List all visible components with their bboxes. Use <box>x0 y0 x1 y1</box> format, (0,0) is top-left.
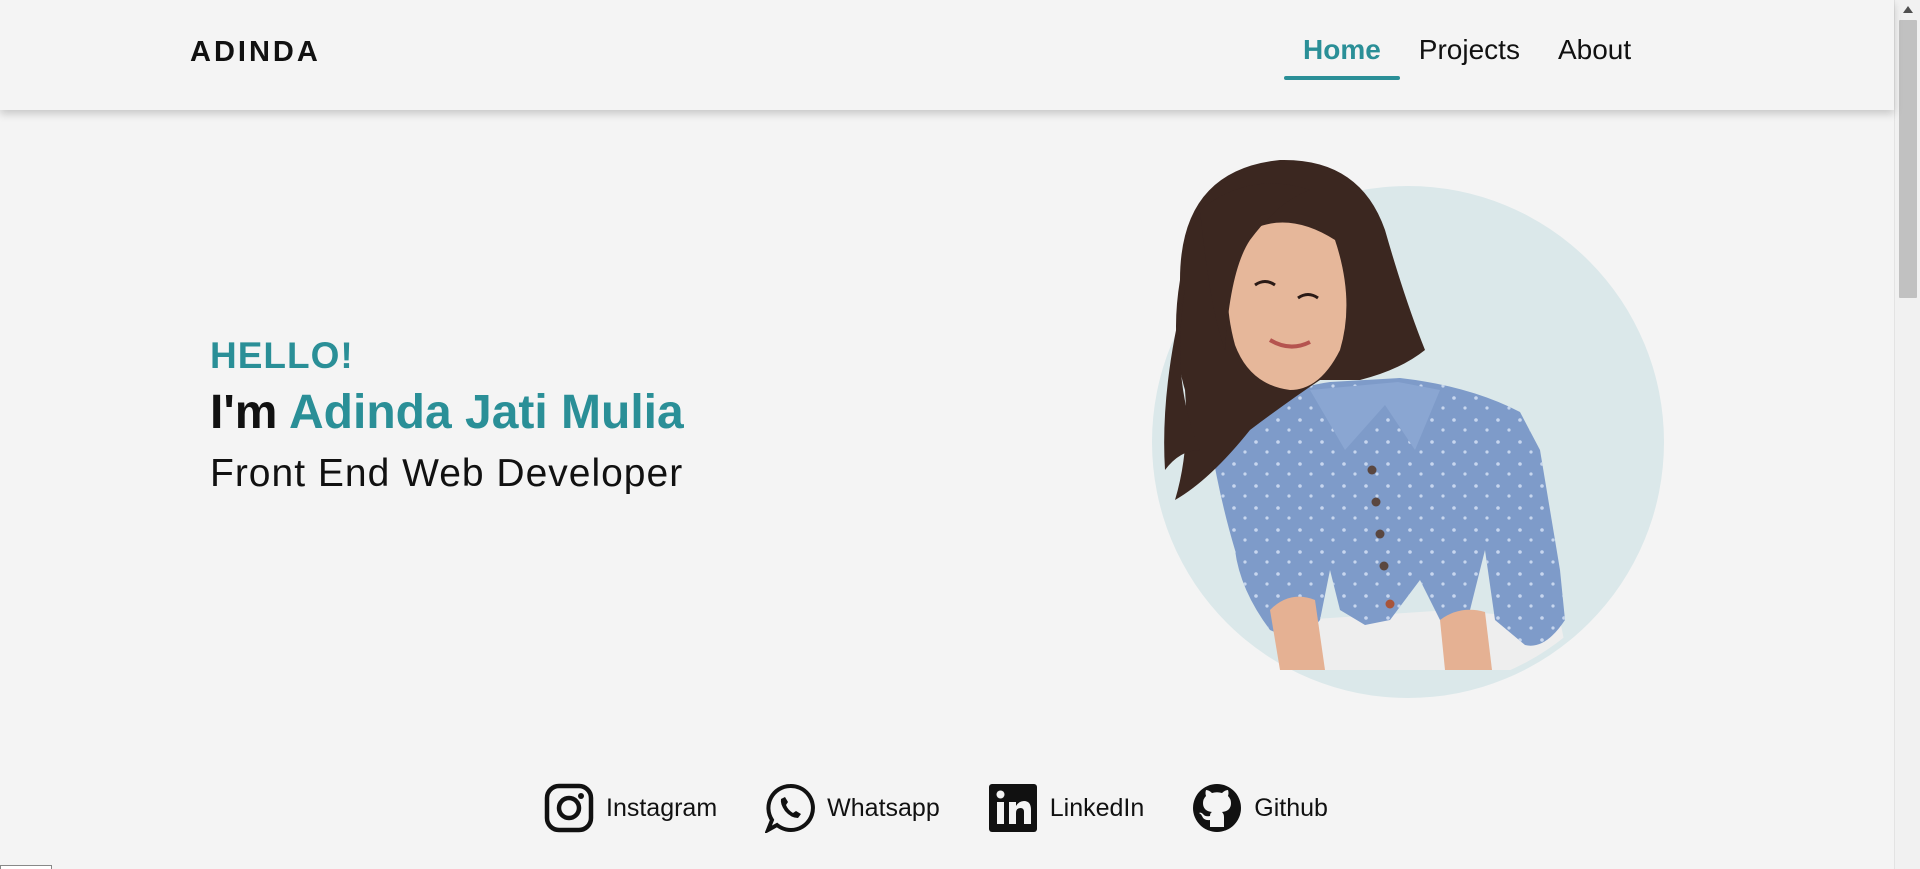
vertical-scrollbar[interactable] <box>1894 0 1920 869</box>
profile-photo <box>1140 150 1680 710</box>
hero-role: Front End Web Developer <box>210 452 684 495</box>
hero-intro: I'm Adinda Jati Mulia <box>210 385 684 440</box>
social-label: LinkedIn <box>1049 793 1145 822</box>
hero-intro-prefix: I'm <box>210 386 278 439</box>
hero-name: Adinda Jati Mulia <box>289 386 684 439</box>
scroll-up-arrow-icon[interactable] <box>1895 0 1920 18</box>
social-linkedin[interactable]: LinkedIn <box>988 783 1145 833</box>
nav-projects[interactable]: Projects <box>1400 30 1539 80</box>
social-label: Instagram <box>606 793 718 822</box>
instagram-icon <box>544 783 594 833</box>
linkedin-icon <box>988 784 1037 832</box>
social-instagram[interactable]: Instagram <box>544 783 717 833</box>
social-label: Whatsapp <box>827 793 940 822</box>
social-label: Github <box>1254 793 1328 822</box>
social-links: Instagram Whatsapp LinkedIn Github <box>544 783 1376 833</box>
profile-illustration <box>1152 159 1664 698</box>
social-whatsapp[interactable]: Whatsapp <box>765 783 940 833</box>
whatsapp-icon <box>765 783 816 833</box>
site-header: ADINDA Home Projects About <box>0 0 1894 110</box>
hero-greeting: HELLO! <box>210 335 354 376</box>
scrollbar-thumb[interactable] <box>1899 20 1917 298</box>
brand-logo[interactable]: ADINDA <box>190 36 321 69</box>
corner-widget <box>0 865 52 869</box>
main-nav: Home Projects About <box>1284 30 1650 80</box>
page: ADINDA Home Projects About HELLO! I'm Ad… <box>0 0 1920 869</box>
hero-text: HELLO! I'm Adinda Jati Mulia Front End W… <box>210 335 684 496</box>
social-github[interactable]: Github <box>1192 783 1328 833</box>
nav-home[interactable]: Home <box>1284 30 1400 80</box>
nav-about[interactable]: About <box>1539 30 1650 80</box>
github-icon <box>1193 784 1242 832</box>
